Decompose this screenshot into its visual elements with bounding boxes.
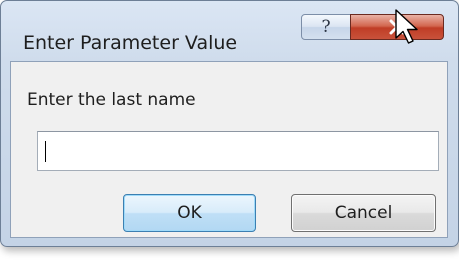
close-x-icon [389,19,405,35]
text-caret [45,141,46,162]
help-button[interactable]: ? [301,14,351,40]
question-mark-icon: ? [321,16,331,37]
last-name-field[interactable] [37,131,439,171]
cancel-button[interactable]: Cancel [291,194,436,232]
ok-button[interactable]: OK [123,194,256,232]
last-name-input[interactable] [38,132,438,170]
dialog-title: Enter Parameter Value [23,32,238,54]
title-bar[interactable]: Enter Parameter Value ? [1,1,458,61]
close-button[interactable] [350,14,444,40]
prompt-label: Enter the last name [27,90,196,110]
